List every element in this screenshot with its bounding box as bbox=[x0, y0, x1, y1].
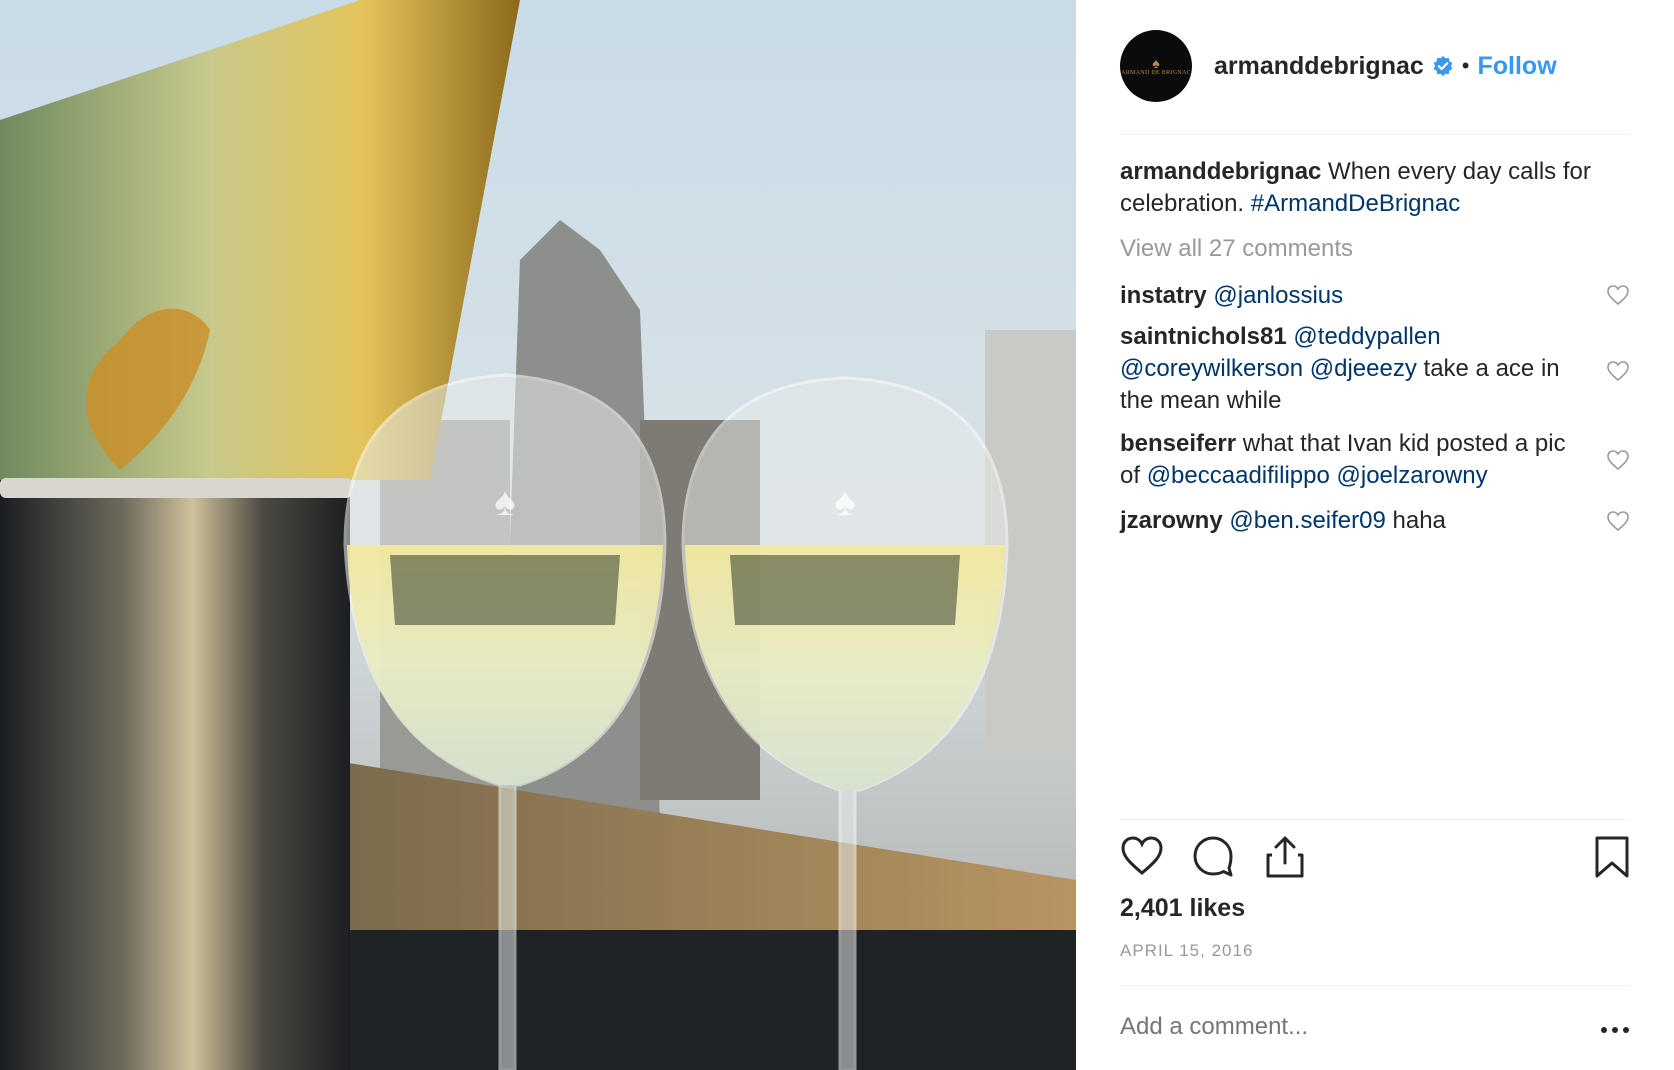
comment-bubble-icon[interactable] bbox=[1192, 835, 1234, 877]
save-bookmark-icon[interactable] bbox=[1594, 835, 1630, 879]
share-icon[interactable] bbox=[1264, 835, 1306, 879]
post-photo[interactable]: ♠ ♠ bbox=[0, 0, 1076, 1070]
post-date: APRIL 15, 2016 bbox=[1120, 941, 1254, 960]
comment-text: haha bbox=[1385, 507, 1446, 534]
comment-username[interactable]: benseiferr bbox=[1120, 430, 1236, 457]
comment-mention[interactable]: @janlossius bbox=[1213, 282, 1343, 309]
like-comment-heart-icon[interactable] bbox=[1606, 510, 1630, 532]
svg-text:♠: ♠ bbox=[834, 479, 855, 524]
like-comment-heart-icon[interactable] bbox=[1606, 284, 1630, 306]
comment-username[interactable]: saintnichols81 bbox=[1120, 323, 1287, 350]
champagne-photo: ♠ ♠ bbox=[0, 0, 1076, 1070]
avatar-logo-text: ARMAND DE BRIGNAC bbox=[1121, 69, 1191, 76]
header-username[interactable]: armanddebrignac bbox=[1214, 52, 1424, 81]
comment-item: jzarowny @ben.seifer09 haha bbox=[1120, 505, 1580, 537]
spade-logo-icon: ♠ bbox=[1152, 54, 1160, 71]
like-heart-icon[interactable] bbox=[1120, 835, 1164, 877]
view-all-comments-link[interactable]: View all 27 comments bbox=[1120, 235, 1353, 263]
actions-divider bbox=[1120, 819, 1630, 820]
post-actions bbox=[1120, 835, 1630, 883]
svg-text:♠: ♠ bbox=[494, 479, 515, 524]
comment-username[interactable]: jzarowny bbox=[1120, 507, 1223, 534]
comment-username[interactable]: instatry bbox=[1120, 282, 1207, 309]
comment-mention[interactable]: @joelzarowny bbox=[1337, 462, 1488, 489]
caption-hashtag[interactable]: #ArmandDeBrignac bbox=[1251, 190, 1460, 217]
like-comment-heart-icon[interactable] bbox=[1606, 360, 1630, 382]
like-comment-heart-icon[interactable] bbox=[1606, 449, 1630, 471]
header-divider bbox=[1120, 134, 1630, 135]
post-caption: armanddebrignac When every day calls for… bbox=[1120, 156, 1640, 220]
avatar[interactable]: ♠ ARMAND DE BRIGNAC bbox=[1120, 30, 1192, 102]
add-comment-input[interactable] bbox=[1120, 1013, 1560, 1041]
caption-username[interactable]: armanddebrignac bbox=[1120, 158, 1321, 185]
more-options-icon[interactable] bbox=[1600, 1020, 1630, 1040]
comment-item: saintnichols81 @teddypallen @coreywilker… bbox=[1120, 321, 1580, 417]
likes-count[interactable]: 2,401 likes bbox=[1120, 894, 1245, 923]
comment-item: benseiferr what that Ivan kid posted a p… bbox=[1120, 428, 1580, 492]
comment-item: instatry @janlossius bbox=[1120, 280, 1580, 312]
verified-badge-icon bbox=[1433, 55, 1453, 77]
comment-mention[interactable]: @djeeezy bbox=[1310, 355, 1417, 382]
post-header: ♠ ARMAND DE BRIGNAC armanddebrignac • Fo… bbox=[1120, 30, 1630, 102]
post-sidebar: ♠ ARMAND DE BRIGNAC armanddebrignac • Fo… bbox=[1076, 0, 1674, 1070]
comment-mention[interactable]: @ben.seifer09 bbox=[1229, 507, 1385, 534]
comment-mention[interactable]: @coreywilkerson bbox=[1120, 355, 1303, 382]
comment-mention[interactable]: @teddypallen bbox=[1293, 323, 1440, 350]
comment-mention[interactable]: @beccaadifilippo bbox=[1147, 462, 1330, 489]
comment-box-divider bbox=[1120, 985, 1630, 986]
follow-button[interactable]: Follow bbox=[1477, 52, 1556, 81]
separator-dot: • bbox=[1461, 53, 1470, 78]
